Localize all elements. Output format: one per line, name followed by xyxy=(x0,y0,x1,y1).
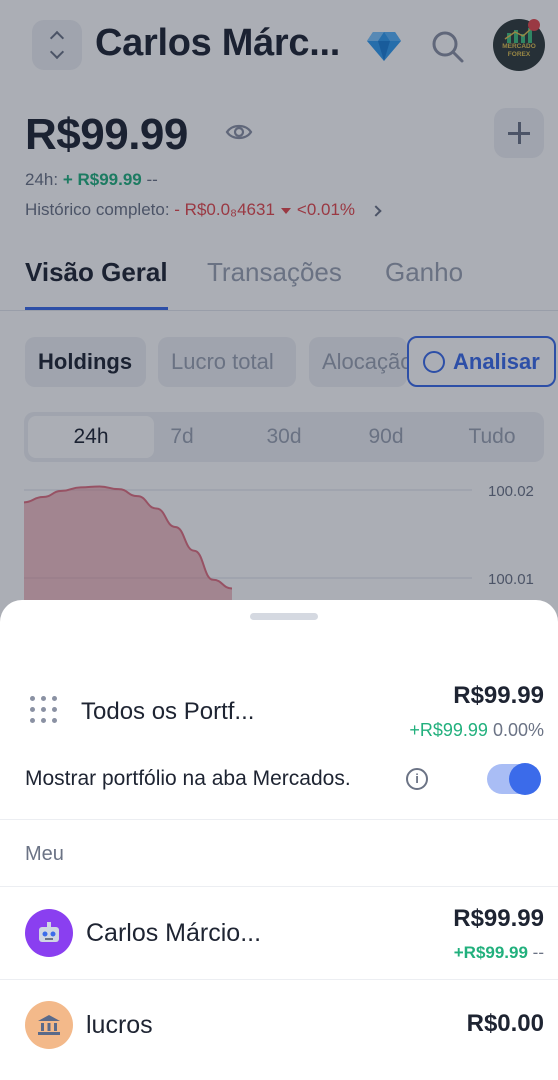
section-label: Meu xyxy=(25,843,64,865)
portfolio-change: +R$99.99 -- xyxy=(454,943,544,963)
divider xyxy=(0,819,558,820)
portfolio-value: R$99.99 xyxy=(453,905,544,932)
toggle-knob xyxy=(509,763,541,795)
info-icon[interactable]: i xyxy=(406,768,428,790)
grid-icon xyxy=(30,696,58,724)
all-portfolios-change: +R$99.99 0.00% xyxy=(409,720,544,741)
portfolio-sheet: Todos os Portf... R$99.99 +R$99.99 0.00%… xyxy=(0,600,558,1080)
all-portfolios-change-value: +R$99.99 xyxy=(409,720,488,740)
all-portfolios-name: Todos os Portf... xyxy=(81,698,255,725)
robot-icon xyxy=(25,909,73,957)
all-portfolios-change-pct: 0.00% xyxy=(492,720,544,740)
show-in-markets-row: Mostrar portfólio na aba Mercados. i xyxy=(0,755,558,803)
portfolio-name: lucros xyxy=(86,1011,153,1039)
portfolio-row[interactable]: lucros R$0.00 xyxy=(0,980,558,1072)
show-in-markets-label: Mostrar portfólio na aba Mercados. xyxy=(25,767,351,790)
portfolio-name: Carlos Márcio... xyxy=(86,919,262,947)
portfolio-row[interactable]: Carlos Márcio... R$99.99 +R$99.99 -- xyxy=(0,887,558,979)
all-portfolios-value: R$99.99 xyxy=(453,682,544,709)
all-portfolios-row[interactable]: Todos os Portf... R$99.99 +R$99.99 0.00% xyxy=(0,670,558,750)
bank-glyph xyxy=(38,1015,60,1035)
bank-icon xyxy=(25,1001,73,1049)
portfolio-change-value: +R$99.99 xyxy=(453,943,528,962)
portfolio-change-pct: -- xyxy=(532,943,544,962)
sheet-grabber[interactable] xyxy=(250,613,318,620)
robot-glyph xyxy=(39,922,59,942)
show-in-markets-toggle[interactable] xyxy=(487,763,541,795)
portfolio-value: R$0.00 xyxy=(466,1010,544,1037)
